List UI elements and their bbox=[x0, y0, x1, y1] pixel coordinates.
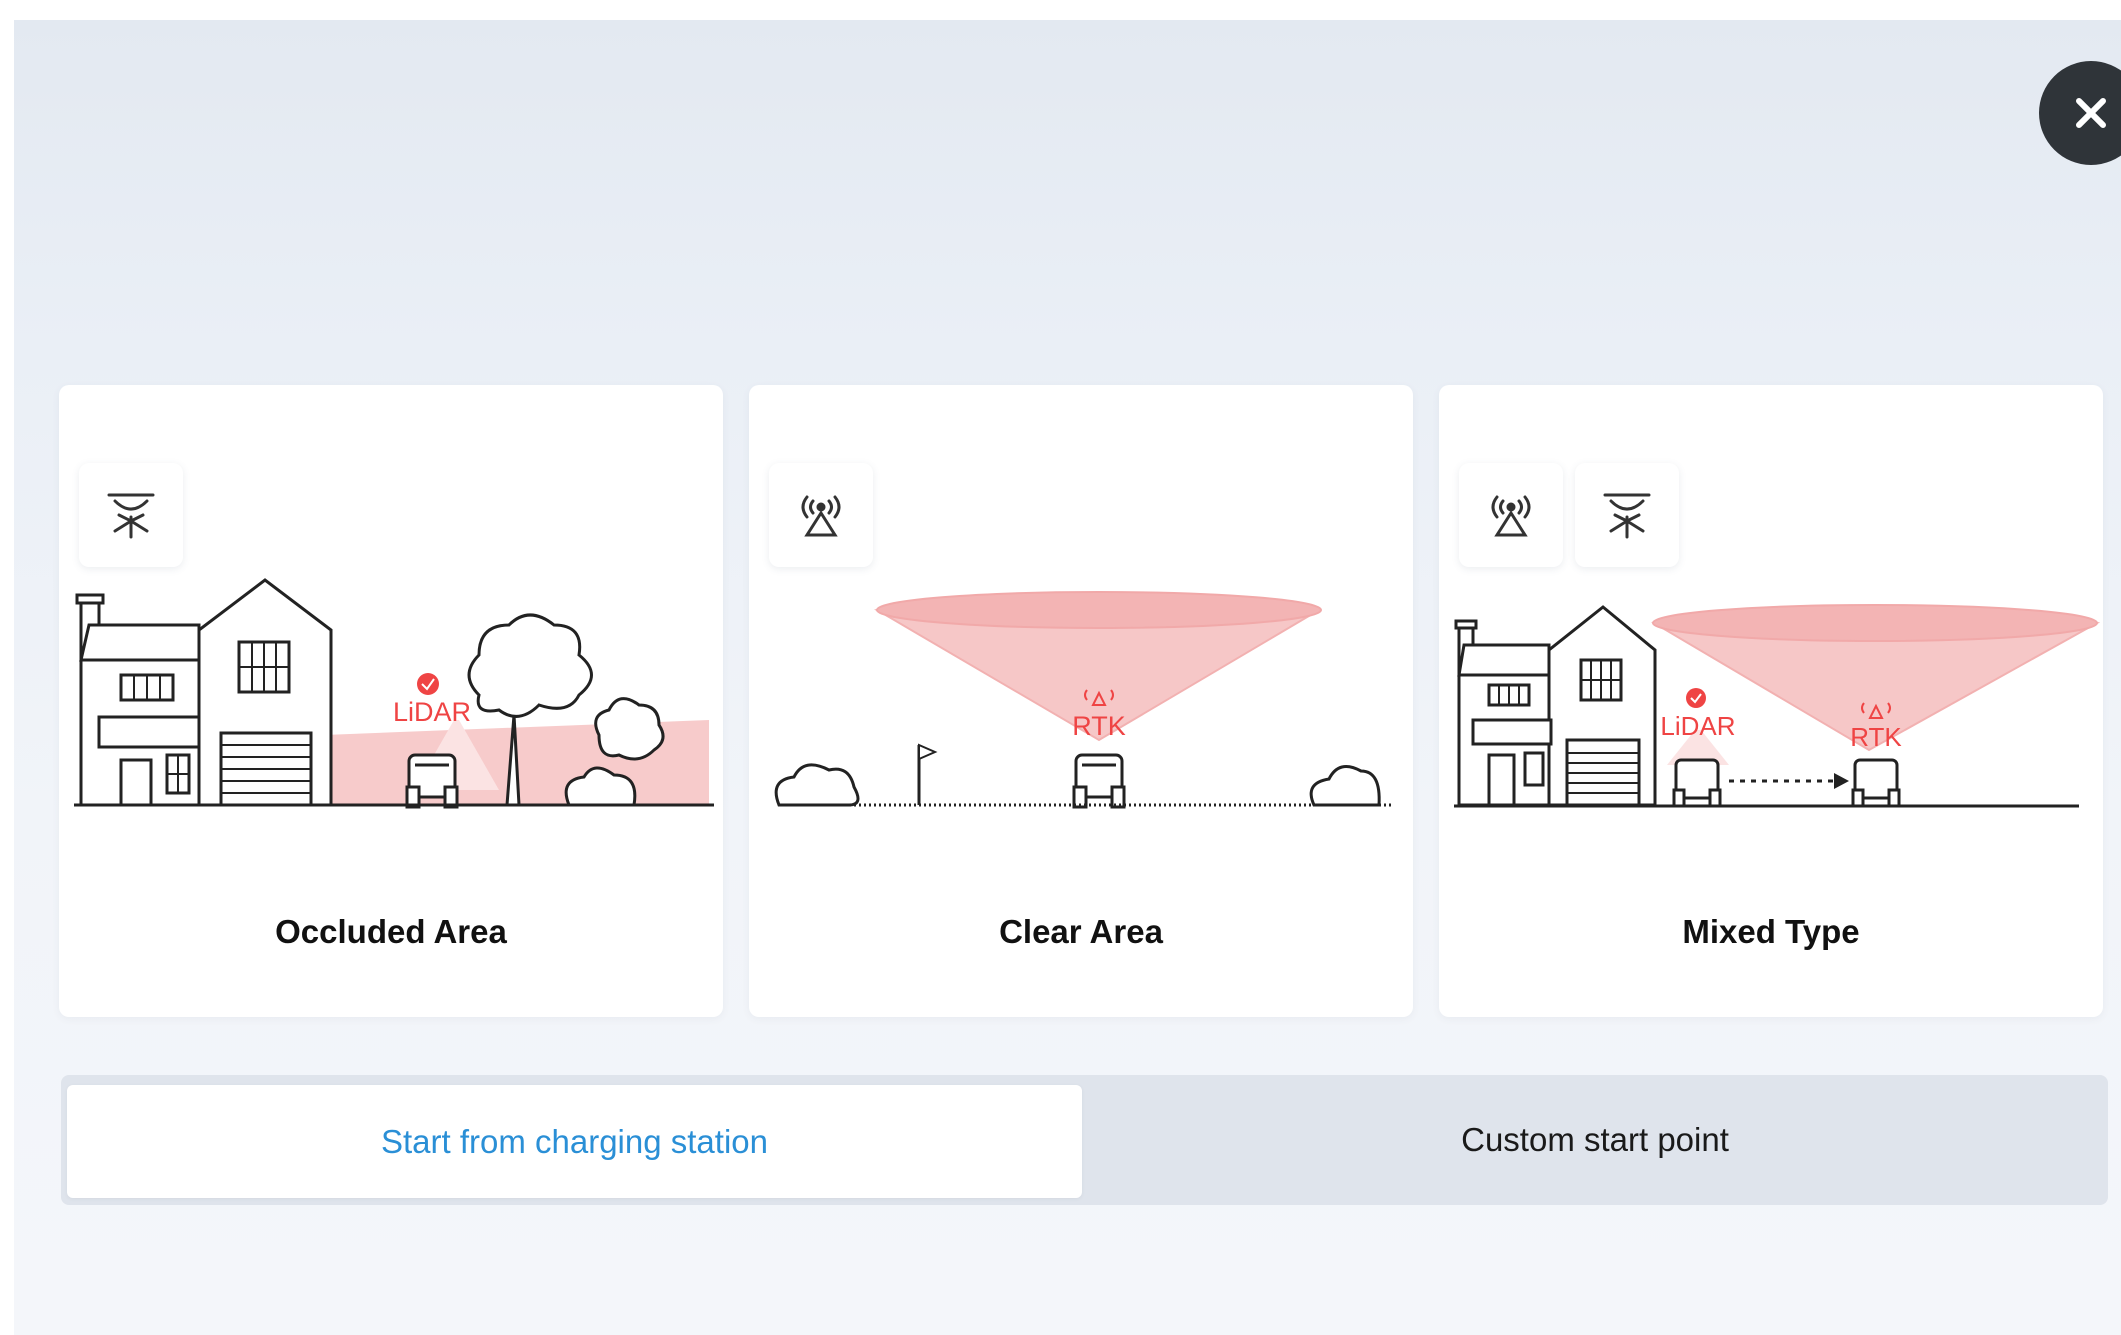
card-occluded-area[interactable]: LiDAR Occluded Area bbox=[59, 385, 723, 1017]
lidar-icon-badge bbox=[1575, 463, 1679, 567]
start-from-charging-station-option[interactable]: Start from charging station bbox=[67, 1085, 1082, 1198]
rtk-label: RTK bbox=[1850, 722, 1902, 752]
close-button[interactable] bbox=[2039, 61, 2121, 165]
lidar-label: LiDAR bbox=[1660, 711, 1735, 741]
card-title: Clear Area bbox=[999, 913, 1163, 950]
start-point-segmented-control: Start from charging station Custom start… bbox=[61, 1075, 2108, 1205]
rtk-icon-badge bbox=[769, 463, 873, 567]
rtk-label: RTK bbox=[1072, 711, 1126, 741]
rtk-antenna-icon bbox=[1491, 495, 1531, 537]
lidar-icon bbox=[107, 493, 155, 539]
lidar-icon bbox=[1603, 493, 1651, 539]
card-mixed-type[interactable]: LiDAR RTK Mixed Type bbox=[1439, 385, 2103, 1017]
close-icon bbox=[2076, 98, 2106, 128]
clear-area-illustration: RTK bbox=[774, 591, 1394, 809]
mixed-type-illustration: LiDAR RTK bbox=[1454, 604, 2101, 808]
rtk-antenna-icon bbox=[801, 495, 841, 537]
custom-start-point-option[interactable]: Custom start point bbox=[1082, 1075, 2108, 1205]
lidar-icon-badge bbox=[79, 463, 183, 567]
card-clear-area[interactable]: RTK Clear Area bbox=[749, 385, 1413, 1017]
lidar-label: LiDAR bbox=[393, 697, 471, 727]
card-title: Mixed Type bbox=[1682, 913, 1860, 950]
rtk-icon-badge bbox=[1459, 463, 1563, 567]
occluded-area-illustration: LiDAR bbox=[74, 578, 714, 809]
start-point-dialog: LiDAR Occluded Area RTK Clear Area LiDAR… bbox=[14, 20, 2121, 1335]
card-title: Occluded Area bbox=[275, 913, 507, 950]
